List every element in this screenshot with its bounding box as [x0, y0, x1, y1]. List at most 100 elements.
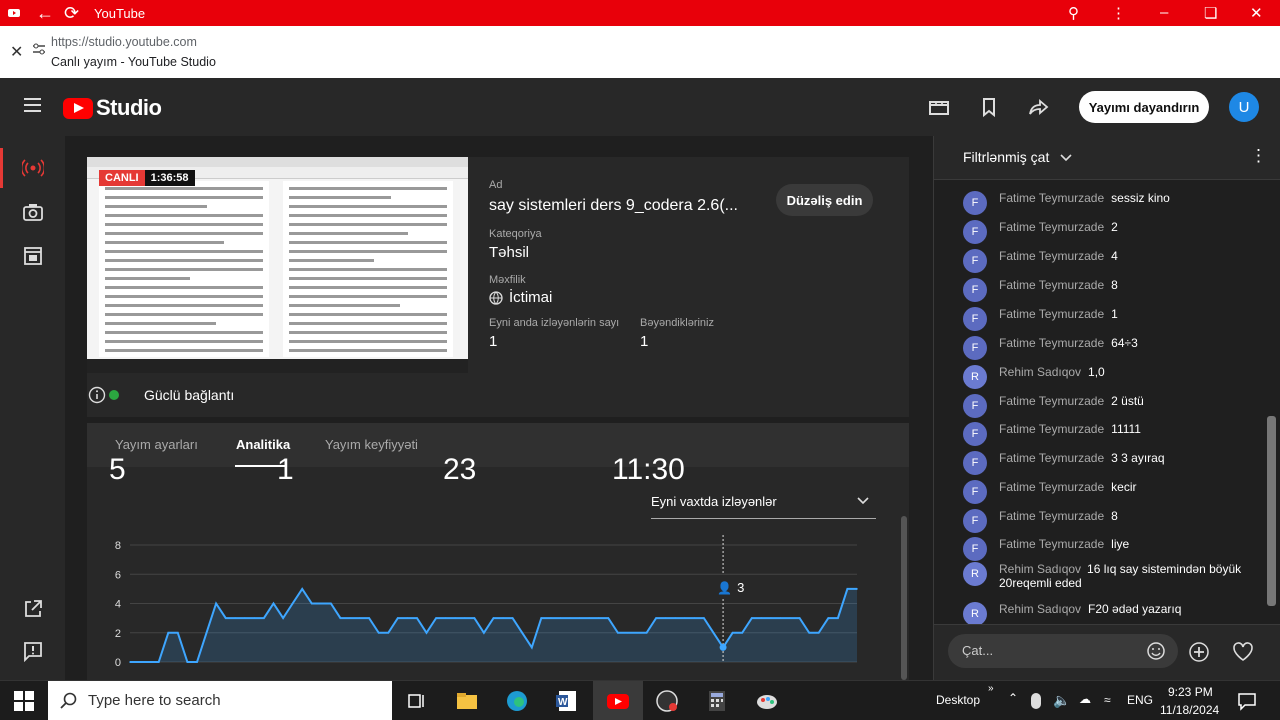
avatar[interactable]: F	[963, 537, 987, 561]
chat-author[interactable]: Fatime Teymurzade	[999, 422, 1104, 436]
chat-message[interactable]: F Fatime Teymurzade 2	[963, 220, 1118, 244]
clock-time[interactable]: 9:23 PM	[1168, 685, 1213, 699]
main-scrollbar[interactable]	[901, 516, 907, 680]
avatar[interactable]: F	[963, 394, 987, 418]
heart-icon[interactable]	[1232, 641, 1254, 663]
chat-message[interactable]: F Fatime Teymurzade 11111	[963, 422, 1141, 446]
chat-message[interactable]: F Fatime Teymurzade 8	[963, 278, 1118, 302]
site-settings-icon[interactable]	[32, 42, 46, 56]
edge-icon[interactable]	[504, 688, 530, 714]
chat-message[interactable]: F Fatime Teymurzade 2 üstü	[963, 394, 1144, 418]
chat-message[interactable]: F Fatime Teymurzade kecir	[963, 480, 1137, 504]
speaker-icon[interactable]: 🔈	[1053, 692, 1070, 709]
clapperboard-icon[interactable]	[928, 96, 950, 118]
avatar[interactable]: F	[963, 191, 987, 215]
close-window-button[interactable]: ✕	[1250, 4, 1263, 22]
reload-icon[interactable]: ⟳	[64, 3, 79, 24]
toolbar-expand-icon[interactable]: »	[988, 683, 994, 694]
chat-author[interactable]: Fatime Teymurzade	[999, 307, 1104, 321]
show-hidden-icons[interactable]: ⌃	[1008, 691, 1018, 705]
menu-icon[interactable]	[24, 98, 41, 112]
chat-message[interactable]: R Rehim Sadıqov F20 ədəd yazarıq	[963, 602, 1181, 626]
network-icon[interactable]: ☁	[1079, 692, 1091, 706]
avatar[interactable]: R	[963, 365, 987, 389]
url-text[interactable]: https://studio.youtube.com	[51, 35, 197, 49]
tab-stream-settings[interactable]: Yayım ayarları	[115, 437, 198, 452]
feedback-icon[interactable]	[22, 640, 44, 662]
notification-icon[interactable]	[1237, 691, 1257, 711]
windows-start-icon[interactable]	[14, 691, 34, 711]
tab-analytics[interactable]: Analitika	[236, 437, 290, 452]
avatar[interactable]: F	[963, 220, 987, 244]
chat-message[interactable]: F Fatime Teymurzade 1	[963, 307, 1118, 331]
zoom-icon[interactable]: ⚲	[1068, 4, 1079, 22]
chat-filter-label[interactable]: Filtrlənmiş çat	[963, 149, 1049, 165]
avatar[interactable]: U	[1229, 92, 1259, 122]
emoji-icon[interactable]	[1146, 641, 1166, 661]
stream-preview[interactable]: CANLI 1:36:58	[87, 157, 468, 373]
more-vert-icon[interactable]: ⋮	[1250, 146, 1267, 166]
taskbar-search[interactable]: Type here to search	[48, 681, 392, 720]
add-circle-icon[interactable]	[1188, 641, 1210, 663]
close-icon[interactable]: ✕	[10, 42, 23, 62]
avatar[interactable]: F	[963, 451, 987, 475]
chat-author[interactable]: Rehim Sadıqov	[999, 602, 1081, 616]
chat-author[interactable]: Fatime Teymurzade	[999, 278, 1104, 292]
calculator-icon[interactable]	[704, 688, 730, 714]
desktop-label[interactable]: Desktop	[936, 693, 980, 707]
chat-message[interactable]: R Rehim Sadıqov 16 lıq say sistemindən böy…	[963, 562, 1244, 590]
chat-message[interactable]: F Fatime Teymurzade 64÷3	[963, 336, 1138, 360]
chat-author[interactable]: Fatime Teymurzade	[999, 220, 1104, 234]
edit-button[interactable]: Düzəliş edin	[776, 184, 873, 216]
word-icon[interactable]: W	[554, 688, 580, 714]
chat-author[interactable]: Fatime Teymurzade	[999, 336, 1104, 350]
chat-message[interactable]: F Fatime Teymurzade 8	[963, 509, 1118, 533]
chat-message[interactable]: R Rehim Sadıqov 1,0	[963, 365, 1105, 389]
clock-date[interactable]: 11/18/2024	[1160, 703, 1219, 717]
avatar[interactable]: F	[963, 509, 987, 533]
hover-point[interactable]	[719, 643, 727, 651]
calendar-icon[interactable]	[22, 244, 44, 266]
more-vert-icon[interactable]: ⋮	[1111, 4, 1126, 22]
chat-author[interactable]: Fatime Teymurzade	[999, 191, 1104, 205]
end-stream-button[interactable]: Yayımı dayandırın	[1079, 91, 1209, 123]
live-stream-icon[interactable]	[22, 157, 44, 179]
metric-dropdown[interactable]: Eyni vaxtda izləyənlər	[651, 483, 876, 519]
chat-message[interactable]: F Fatime Teymurzade 3 3 ayıraq	[963, 451, 1165, 475]
wifi-icon[interactable]: ≈	[1104, 693, 1111, 707]
microphone-icon[interactable]	[1031, 693, 1041, 709]
chat-author[interactable]: Fatime Teymurzade	[999, 509, 1104, 523]
chat-author[interactable]: Fatime Teymurzade	[999, 537, 1104, 551]
open-in-new-icon[interactable]	[22, 598, 44, 620]
bookmark-icon[interactable]	[978, 96, 1000, 118]
avatar[interactable]: R	[963, 602, 987, 626]
task-view-icon[interactable]	[404, 688, 430, 714]
obs-icon[interactable]	[654, 688, 680, 714]
chat-message[interactable]: F Fatime Teymurzade liye	[963, 537, 1129, 561]
back-icon[interactable]: ←	[36, 3, 54, 24]
chat-message[interactable]: F Fatime Teymurzade sessiz kino	[963, 191, 1170, 215]
chevron-down-icon[interactable]	[1060, 154, 1072, 162]
avatar[interactable]: F	[963, 336, 987, 360]
share-icon[interactable]	[1028, 96, 1050, 118]
avatar[interactable]: F	[963, 422, 987, 446]
camera-icon[interactable]	[22, 201, 44, 223]
paint-icon[interactable]	[754, 688, 780, 714]
chat-author[interactable]: Rehim Sadıqov	[999, 365, 1081, 379]
info-icon[interactable]	[88, 386, 106, 404]
youtube-app-icon[interactable]	[605, 688, 631, 714]
chat-input[interactable]: Çat...	[948, 634, 1178, 668]
chat-message[interactable]: F Fatime Teymurzade 4	[963, 249, 1118, 273]
minimize-button[interactable]: –	[1160, 4, 1168, 21]
language-indicator[interactable]: ENG	[1127, 693, 1153, 707]
avatar[interactable]: F	[963, 249, 987, 273]
avatar[interactable]: R	[963, 562, 987, 586]
chat-author[interactable]: Fatime Teymurzade	[999, 249, 1104, 263]
chat-author[interactable]: Fatime Teymurzade	[999, 451, 1104, 465]
avatar[interactable]: F	[963, 307, 987, 331]
chat-scrollbar[interactable]	[1267, 416, 1276, 606]
chat-author[interactable]: Fatime Teymurzade	[999, 480, 1104, 494]
tab-stream-quality[interactable]: Yayım keyfiyyəti	[325, 437, 418, 452]
chat-author[interactable]: Rehim Sadıqov	[999, 562, 1081, 576]
studio-logo[interactable]: Studio	[63, 95, 162, 121]
